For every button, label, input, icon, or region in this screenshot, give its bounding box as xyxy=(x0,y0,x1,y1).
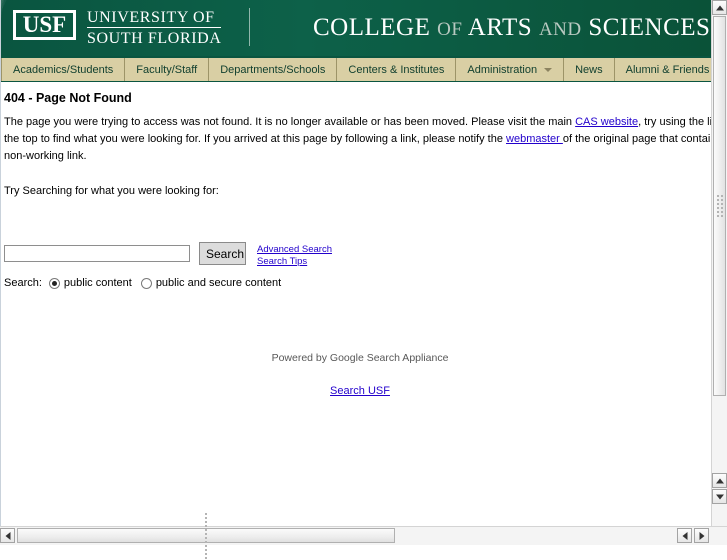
nav-item-centers-institutes[interactable]: Centers & Institutes xyxy=(337,58,457,81)
masthead-divider xyxy=(249,8,250,46)
radio-public-content-label: public content xyxy=(63,277,132,289)
university-name-line2: SOUTH FLORIDA xyxy=(87,30,222,47)
college-title-college: COLLEGE xyxy=(313,14,431,41)
college-title-and: AND xyxy=(538,19,582,40)
scrollbar-grip-icon-horizontal xyxy=(204,512,208,560)
horizontal-scrollbar-thumb[interactable] xyxy=(17,512,395,559)
nav-item-label: News xyxy=(575,63,603,76)
scroll-left-button-right[interactable] xyxy=(677,528,692,543)
main-content: 404 - Page Not Found The page you were t… xyxy=(1,82,713,397)
scroll-right-button[interactable] xyxy=(694,528,709,543)
vertical-scrollbar-thumb[interactable] xyxy=(713,16,726,396)
search-scope-label: Search: xyxy=(4,277,42,289)
nav-item-news[interactable]: News xyxy=(564,58,615,81)
search-tips-link[interactable]: Search Tips xyxy=(257,256,332,268)
scroll-up-button[interactable] xyxy=(712,0,727,15)
scroll-up-arrow-icon xyxy=(715,5,724,10)
powered-by-text: Powered by Google Search Appliance xyxy=(271,352,449,364)
browser-viewport: USF UNIVERSITY OF SOUTH FLORIDA COLLEGE … xyxy=(0,0,713,527)
usf-logo-text: USF xyxy=(22,12,67,37)
advanced-search-link[interactable]: Advanced Search xyxy=(257,244,332,256)
search-input[interactable] xyxy=(4,245,190,262)
university-name-line1: UNIVERSITY OF xyxy=(87,9,222,28)
college-title-sciences: SCIENCES xyxy=(588,14,711,41)
nav-item-label: Faculty/Staff xyxy=(136,63,198,76)
error-description-part1: The page you were trying to access was n… xyxy=(4,116,576,128)
college-title-of: OF xyxy=(437,19,463,40)
nav-item-label: Centers & Institutes xyxy=(348,63,445,76)
search-form: Search Advanced Search Search Tips xyxy=(4,242,713,268)
vertical-scrollbar[interactable] xyxy=(711,0,727,527)
scroll-left-button[interactable] xyxy=(0,528,15,543)
college-title-arts: ARTS xyxy=(467,14,533,41)
college-title: COLLEGE OF ARTS AND SCIENCES xyxy=(313,14,710,42)
nav-item-label: Academics/Students xyxy=(13,63,114,76)
nav-item-administration[interactable]: Administration xyxy=(456,58,565,81)
scroll-left-arrow-icon-right xyxy=(682,531,687,540)
nav-item-label: Administration xyxy=(467,63,538,76)
search-usf-container: Search USF xyxy=(4,385,713,397)
usf-logo[interactable]: USF xyxy=(13,10,76,40)
nav-item-label: Alumni & Friends xyxy=(625,63,710,76)
scroll-down-arrow-icon xyxy=(715,494,724,499)
nav-item-academics-students[interactable]: Academics/Students xyxy=(1,58,126,81)
university-name: UNIVERSITY OF SOUTH FLORIDA xyxy=(87,9,222,47)
search-help-links: Advanced Search Search Tips xyxy=(257,244,332,268)
webmaster-link[interactable]: webmaster xyxy=(506,133,563,145)
radio-public-and-secure-content-label: public and secure content xyxy=(155,277,282,289)
site-masthead: USF UNIVERSITY OF SOUTH FLORIDA COLLEGE … xyxy=(1,0,713,56)
page-title: 404 - Page Not Found xyxy=(4,91,132,105)
try-search-prompt: Try Searching for what you were looking … xyxy=(4,185,219,197)
nav-item-faculty-staff[interactable]: Faculty/Staff xyxy=(125,58,210,81)
scroll-down-button[interactable] xyxy=(712,489,727,504)
scroll-up-button-bottom[interactable] xyxy=(712,473,727,488)
search-button[interactable]: Search xyxy=(199,242,246,265)
page-body: USF UNIVERSITY OF SOUTH FLORIDA COLLEGE … xyxy=(1,0,713,397)
scroll-up-arrow-icon-bottom xyxy=(715,478,724,483)
radio-public-and-secure-content[interactable] xyxy=(140,277,152,289)
search-scope-options: Search: public content public and secure… xyxy=(4,277,713,289)
nav-item-label: Departments/Schools xyxy=(220,63,326,76)
error-description: The page you were trying to access was n… xyxy=(4,114,713,165)
scroll-left-arrow-icon xyxy=(5,531,10,540)
main-navigation: Academics/Students Faculty/Staff Departm… xyxy=(1,56,713,82)
nav-item-departments-schools[interactable]: Departments/Schools xyxy=(209,58,338,81)
scroll-right-arrow-icon xyxy=(699,531,704,540)
horizontal-scrollbar[interactable] xyxy=(0,512,727,559)
scrollbar-grip-icon xyxy=(716,194,724,218)
nav-item-alumni-friends[interactable]: Alumni & Friends xyxy=(615,58,713,81)
radio-public-content[interactable] xyxy=(48,277,60,289)
chevron-down-icon xyxy=(544,67,553,72)
cas-website-link[interactable]: CAS website xyxy=(575,116,638,128)
search-usf-link[interactable]: Search USF xyxy=(330,385,390,397)
